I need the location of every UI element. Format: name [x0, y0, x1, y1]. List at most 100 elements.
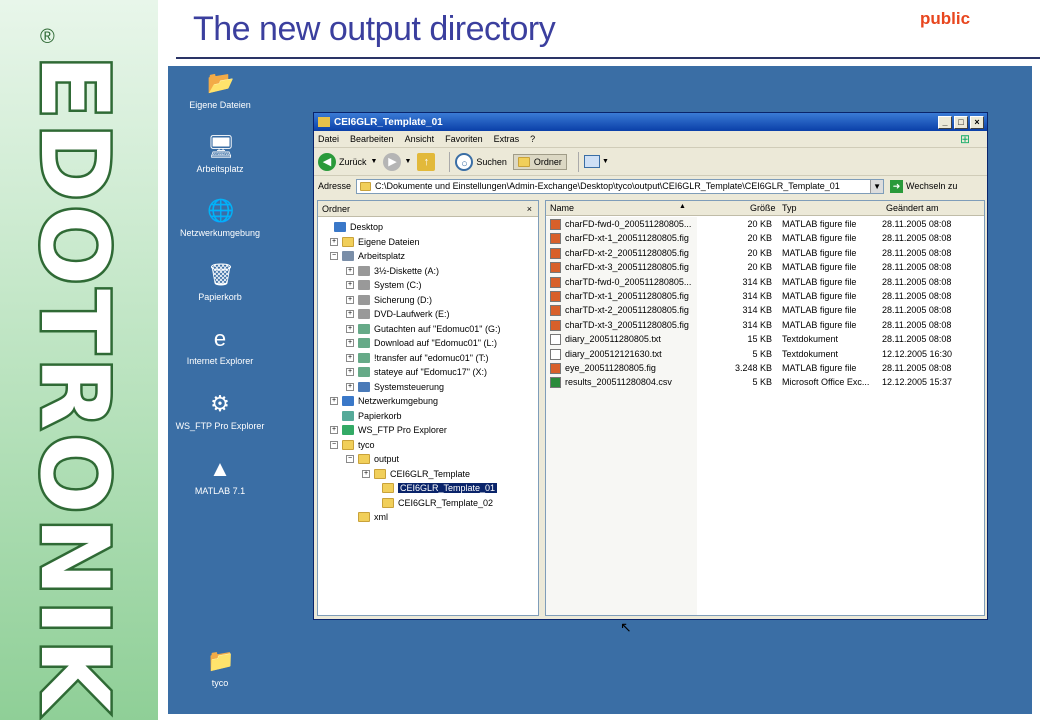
tree-item-label: CEI6GLR_Template: [390, 468, 471, 479]
go-button[interactable]: ➜ Wechseln zu: [890, 179, 957, 193]
expand-toggle-icon[interactable]: +: [346, 368, 354, 376]
close-pane-icon[interactable]: ×: [527, 204, 532, 214]
expand-toggle-icon[interactable]: +: [346, 281, 354, 289]
file-row[interactable]: charFD-xt-3_200511280805.fig 20 KB MATLAB …: [546, 260, 984, 274]
expand-toggle-icon[interactable]: +: [330, 237, 338, 246]
column-modified[interactable]: Geändert am: [886, 203, 939, 213]
expand-toggle-icon[interactable]: +: [330, 426, 338, 434]
file-row[interactable]: charTD-xt-2_200511280805.fig 314 KB MATLAB…: [546, 303, 984, 317]
file-name: diary_200512121630.txt: [565, 348, 662, 359]
menu-help[interactable]: ?: [530, 134, 535, 144]
tree-item[interactable]: + System (C:): [346, 278, 422, 292]
tree-item[interactable]: +3½-Diskette (A:): [346, 264, 439, 278]
desktop-icon-matlab-7-1[interactable]: ▲ MATLAB 7.1: [168, 456, 272, 496]
menu-ansicht[interactable]: Ansicht: [405, 134, 435, 144]
tree-item[interactable]: + Download auf "Edomuc01" (L:): [346, 336, 497, 350]
desktop-icon-papierkorb[interactable]: 🗑 Papierkorb: [168, 262, 272, 302]
file-row[interactable]: eye_200511280805.fig 3.248 KB MATLAB figur…: [546, 361, 984, 375]
maximize-button[interactable]: □: [954, 115, 968, 129]
tree-item[interactable]: + Gutachten auf "Edomuc01" (G:): [346, 322, 500, 336]
forward-button[interactable]: ▶ ▼: [383, 152, 411, 171]
tree-item[interactable]: + Systemsteuerung: [346, 380, 444, 394]
file-modified: 28.11.2005 08:08: [882, 219, 952, 229]
address-input[interactable]: C:\Dokumente und Einstellungen\Admin-Exc…: [356, 178, 885, 194]
folder-icon: [342, 236, 354, 247]
tree-item[interactable]: CEI6GLR_Template_02: [370, 496, 493, 510]
tree-item-label: Download auf "Edomuc01" (L:): [374, 338, 497, 348]
file-row[interactable]: diary_200511280805.txt 15 KB Textdokument 2…: [546, 332, 984, 346]
tree-item[interactable]: + DVD-Laufwerk (E:): [346, 307, 450, 321]
expand-toggle-icon[interactable]: −: [330, 252, 338, 260]
tree-item[interactable]: + !transfer auf "edomuc01" (T:): [346, 351, 488, 365]
desktop-icon-ws-ftp-pro-explorer[interactable]: ⚙ WS_FTP Pro Explorer: [168, 391, 272, 431]
tree-item[interactable]: CEI6GLR_Template_01: [370, 481, 498, 495]
file-row[interactable]: charTD-xt-3_200511280805.fig 314 KB MATLAB…: [546, 318, 984, 332]
column-size[interactable]: Größe: [750, 203, 776, 213]
desktop-icon-internet-explorer[interactable]: e Internet Explorer: [168, 326, 272, 366]
close-button[interactable]: ×: [970, 115, 984, 129]
file-row[interactable]: charFD-fwd-0_200511280805... 20 KB MATLAB …: [546, 217, 984, 231]
folder-icon: [517, 156, 530, 167]
menu-bearbeiten[interactable]: Bearbeiten: [350, 134, 394, 144]
desktop-icon-eigene-dateien[interactable]: 📂 Eigene Dateien: [168, 70, 272, 110]
expand-toggle-icon[interactable]: −: [346, 455, 354, 463]
tree-item[interactable]: − output: [346, 452, 399, 466]
tree-item-label: xml: [374, 512, 388, 522]
file-row[interactable]: charTD-fwd-0_200511280805... 314 KB MATLAB…: [546, 275, 984, 289]
expand-toggle-icon[interactable]: +: [346, 353, 354, 362]
file-name: charFD-xt-1_200511280805.fig: [565, 233, 689, 244]
tree-item-label: stateye auf "Edomuc17" (X:): [374, 367, 487, 377]
tree-item[interactable]: + Sicherung (D:): [346, 293, 432, 307]
file-type: MATLAB figure file: [782, 291, 857, 301]
folders-button[interactable]: Ordner: [512, 153, 567, 170]
expand-toggle-icon[interactable]: +: [362, 469, 370, 478]
tree-item[interactable]: − tyco: [330, 438, 375, 452]
file-type: MATLAB figure file: [782, 276, 857, 287]
file-row[interactable]: diary_200512121630.txt 5 KB Textdokument 12…: [546, 347, 984, 361]
expand-toggle-icon[interactable]: +: [346, 324, 354, 333]
minimize-button[interactable]: _: [938, 115, 952, 129]
back-button[interactable]: ◀ Zurück ▼: [318, 152, 377, 171]
expand-toggle-icon[interactable]: +: [346, 339, 354, 347]
views-button[interactable]: ▼: [583, 155, 609, 168]
tree-item[interactable]: + Netzwerkumgebung: [330, 394, 438, 408]
file-row[interactable]: charTD-xt-1_200511280805.fig 314 KB MATLAB…: [546, 289, 984, 303]
column-name[interactable]: Name: [550, 203, 574, 213]
expand-toggle-icon[interactable]: +: [346, 382, 354, 391]
tree-item[interactable]: + Eigene Dateien: [330, 235, 420, 249]
expand-toggle-icon[interactable]: −: [330, 440, 338, 449]
tree-item[interactable]: + WS_FTP Pro Explorer: [330, 423, 447, 437]
expand-toggle-icon[interactable]: +: [330, 397, 338, 405]
ftp-icon: ⚙: [210, 391, 230, 416]
matlab-figure-icon: [550, 291, 561, 302]
views-icon: [583, 155, 600, 168]
tree-item[interactable]: Desktop: [322, 220, 383, 234]
desktop-icon-arbeitsplatz[interactable]: 🖥 Arbeitsplatz: [168, 134, 272, 174]
tree-item[interactable]: − Arbeitsplatz: [330, 249, 405, 263]
search-button[interactable]: ○ Suchen: [455, 152, 507, 171]
tree-item[interactable]: Papierkorb: [330, 409, 402, 423]
file-row[interactable]: results_200511280804.csv 5 KB Microsoft Of…: [546, 375, 984, 389]
up-folder-button[interactable]: ↑: [417, 152, 438, 171]
tree-item[interactable]: xml: [346, 510, 388, 524]
tree-item-label: Systemsteuerung: [374, 381, 445, 392]
expand-toggle-icon[interactable]: +: [346, 266, 354, 275]
desktop-icon-tyco[interactable]: 📁 tyco: [168, 648, 272, 688]
menu-datei[interactable]: Datei: [318, 134, 339, 144]
expand-toggle-icon[interactable]: +: [346, 310, 354, 318]
window-titlebar[interactable]: CEI6GLR_Template_01 _ □ ×: [314, 113, 987, 131]
file-row[interactable]: charFD-xt-2_200511280805.fig 20 KB MATLAB …: [546, 246, 984, 260]
menu-favoriten[interactable]: Favoriten: [445, 134, 483, 144]
menu-bar: Datei Bearbeiten Ansicht Favoriten Extra…: [314, 131, 987, 148]
tree-item[interactable]: + stateye auf "Edomuc17" (X:): [346, 365, 487, 379]
file-type: Textdokument: [782, 334, 839, 345]
expand-toggle-icon[interactable]: +: [346, 295, 354, 304]
tree-item-label: output: [374, 454, 400, 464]
tree-item[interactable]: + CEI6GLR_Template: [362, 467, 470, 481]
address-dropdown-icon[interactable]: ▼: [870, 179, 884, 193]
column-type[interactable]: Typ: [782, 203, 797, 213]
file-name: charTD-xt-2_200511280805.fig: [565, 305, 689, 316]
desktop-icon-netzwerkumgebung[interactable]: 🌐 Netzwerkumgebung: [168, 198, 272, 238]
menu-extras[interactable]: Extras: [494, 134, 520, 144]
file-row[interactable]: charFD-xt-1_200511280805.fig 20 KB MATLAB …: [546, 231, 984, 245]
